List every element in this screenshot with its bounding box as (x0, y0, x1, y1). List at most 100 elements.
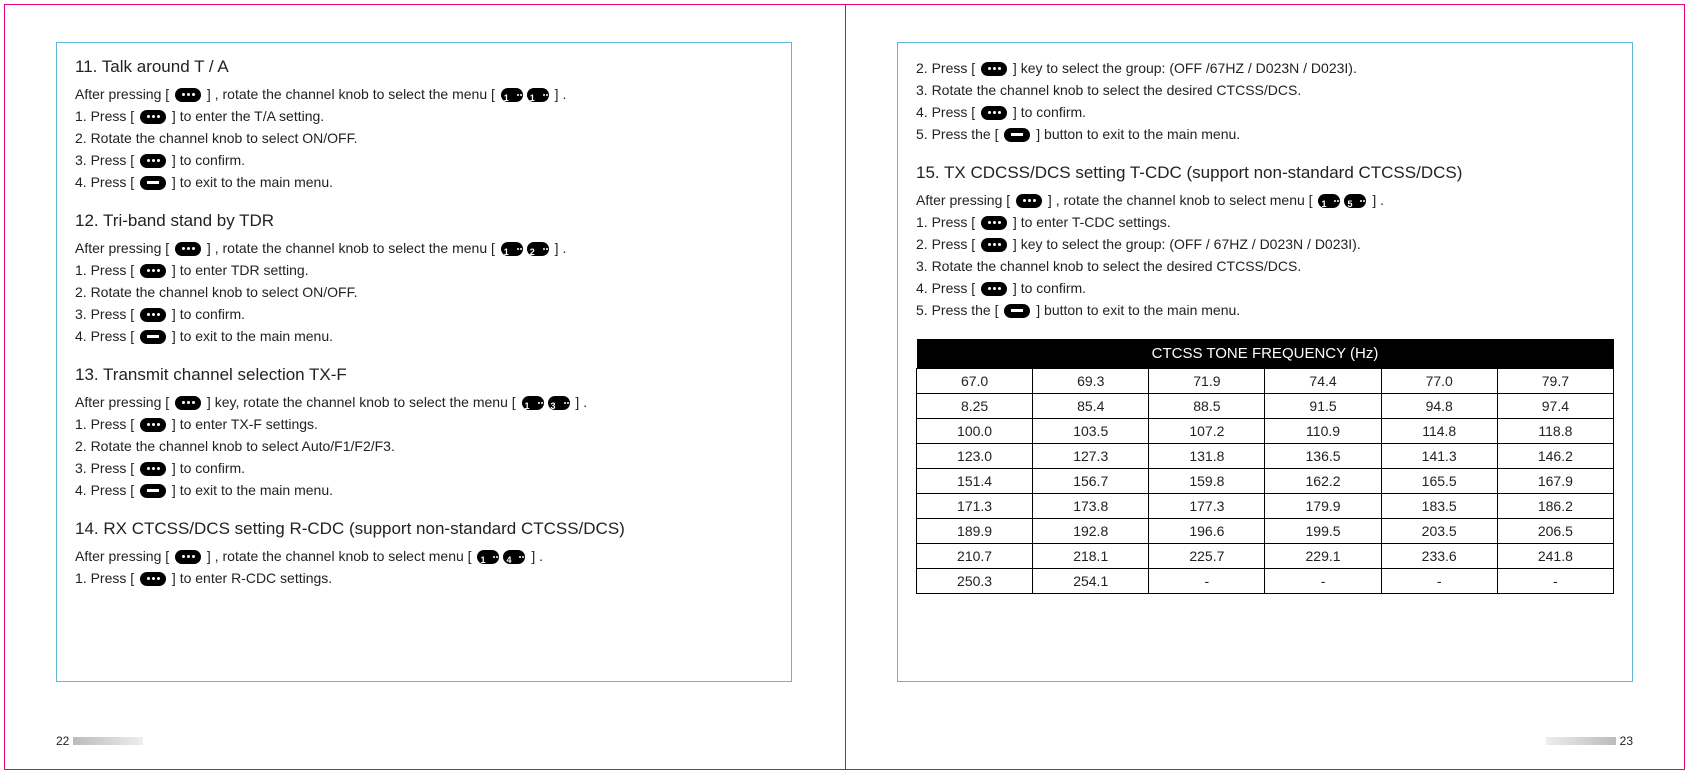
table-cell: 186.2 (1497, 494, 1613, 519)
exit-key-icon (1004, 304, 1030, 318)
keypad-key-icon: 3 (548, 396, 570, 410)
table-cell: 233.6 (1381, 544, 1497, 569)
content-box-left: 11. Talk around T / A After pressing [ ] … (56, 42, 792, 682)
instruction-step: 1. Press [ ] to enter T-CDC settings. (916, 211, 1614, 233)
table-cell: 74.4 (1265, 369, 1381, 394)
menu-key-icon (175, 396, 201, 410)
menu-key-icon (981, 216, 1007, 230)
page-footer-left: 22 (56, 734, 143, 748)
table-row: 100.0103.5107.2110.9114.8118.8 (917, 419, 1614, 444)
page-22: 11. Talk around T / A After pressing [ ] … (4, 4, 844, 770)
table-cell: 77.0 (1381, 369, 1497, 394)
keypad-key-icon: 4 (503, 550, 525, 564)
table-cell: 196.6 (1149, 519, 1265, 544)
table-cell: 250.3 (917, 569, 1033, 594)
keypad-key-icon: 1 (1318, 194, 1340, 208)
table-cell: - (1497, 569, 1613, 594)
page-23: 2. Press [ ] key to select the group: (O… (845, 4, 1685, 770)
menu-key-icon (981, 106, 1007, 120)
menu-key-icon (175, 242, 201, 256)
ctcss-frequency-table: CTCSS TONE FREQUENCY (Hz)67.069.371.974.… (916, 339, 1614, 594)
ctcss-table-wrap: CTCSS TONE FREQUENCY (Hz)67.069.371.974.… (916, 339, 1614, 594)
instruction-step: 2. Press [ ] key to select the group: (O… (916, 57, 1614, 79)
table-cell: 177.3 (1149, 494, 1265, 519)
menu-key-icon (175, 88, 201, 102)
table-cell: 107.2 (1149, 419, 1265, 444)
section-intro: After pressing [ ] , rotate the channel … (916, 189, 1614, 211)
instruction-step: 2. Press [ ] key to select the group: (O… (916, 233, 1614, 255)
table-cell: 85.4 (1033, 394, 1149, 419)
section-title: 11. Talk around T / A (75, 57, 773, 77)
table-cell: 162.2 (1265, 469, 1381, 494)
content-box-right: 2. Press [ ] key to select the group: (O… (897, 42, 1633, 682)
table-row: 210.7218.1225.7229.1233.6241.8 (917, 544, 1614, 569)
manual-section-continued: 2. Press [ ] key to select the group: (O… (916, 57, 1614, 145)
instruction-step: 2. Rotate the channel knob to select ON/… (75, 127, 773, 149)
table-cell: 192.8 (1033, 519, 1149, 544)
table-cell: 171.3 (917, 494, 1033, 519)
instruction-step: 1. Press [ ] to enter TDR setting. (75, 259, 773, 281)
manual-section: 11. Talk around T / AAfter pressing [ ] … (75, 57, 773, 193)
table-cell: - (1381, 569, 1497, 594)
instruction-step: 3. Rotate the channel knob to select the… (916, 79, 1614, 101)
table-cell: 123.0 (917, 444, 1033, 469)
table-row: 171.3173.8177.3179.9183.5186.2 (917, 494, 1614, 519)
table-row: 67.069.371.974.477.079.7 (917, 369, 1614, 394)
table-cell: 210.7 (917, 544, 1033, 569)
section-intro: After pressing [ ] , rotate the channel … (75, 237, 773, 259)
table-cell: - (1265, 569, 1381, 594)
page-number: 22 (56, 734, 69, 748)
instruction-step: 3. Press [ ] to confirm. (75, 457, 773, 479)
table-cell: 141.3 (1381, 444, 1497, 469)
table-cell: 146.2 (1497, 444, 1613, 469)
section-title: 15. TX CDCSS/DCS setting T-CDC (support … (916, 163, 1614, 183)
instruction-step: 5. Press the [ ] button to exit to the m… (916, 299, 1614, 321)
table-cell: 206.5 (1497, 519, 1613, 544)
menu-key-icon (140, 418, 166, 432)
manual-section: 13. Transmit channel selection TX-FAfter… (75, 365, 773, 501)
table-cell: 71.9 (1149, 369, 1265, 394)
table-cell: - (1149, 569, 1265, 594)
table-cell: 173.8 (1033, 494, 1149, 519)
table-cell: 199.5 (1265, 519, 1381, 544)
table-cell: 103.5 (1033, 419, 1149, 444)
footer-bar-icon (73, 737, 143, 745)
table-cell: 97.4 (1497, 394, 1613, 419)
table-cell: 159.8 (1149, 469, 1265, 494)
keypad-key-icon: 5 (1344, 194, 1366, 208)
instruction-step: 4. Press [ ] to exit to the main menu. (75, 479, 773, 501)
instruction-step: 4. Press [ ] to confirm. (916, 101, 1614, 123)
table-cell: 131.8 (1149, 444, 1265, 469)
table-cell: 91.5 (1265, 394, 1381, 419)
menu-key-icon (1016, 194, 1042, 208)
manual-section: 12. Tri-band stand by TDRAfter pressing … (75, 211, 773, 347)
menu-key-icon (140, 154, 166, 168)
section-title: 13. Transmit channel selection TX-F (75, 365, 773, 385)
instruction-step: 3. Rotate the channel knob to select the… (916, 255, 1614, 277)
table-cell: 165.5 (1381, 469, 1497, 494)
table-cell: 229.1 (1265, 544, 1381, 569)
table-cell: 203.5 (1381, 519, 1497, 544)
instruction-step: 4. Press [ ] to confirm. (916, 277, 1614, 299)
table-cell: 127.3 (1033, 444, 1149, 469)
table-cell: 179.9 (1265, 494, 1381, 519)
menu-key-icon (140, 264, 166, 278)
table-cell: 79.7 (1497, 369, 1613, 394)
page-number: 23 (1620, 734, 1633, 748)
table-cell: 218.1 (1033, 544, 1149, 569)
table-cell: 69.3 (1033, 369, 1149, 394)
instruction-step: 1. Press [ ] to enter R-CDC settings. (75, 567, 773, 589)
table-cell: 189.9 (917, 519, 1033, 544)
table-row: 250.3254.1---- (917, 569, 1614, 594)
menu-key-icon (140, 308, 166, 322)
table-cell: 156.7 (1033, 469, 1149, 494)
menu-key-icon (981, 282, 1007, 296)
exit-key-icon (140, 176, 166, 190)
keypad-key-icon: 1 (501, 242, 523, 256)
table-cell: 114.8 (1381, 419, 1497, 444)
instruction-step: 3. Press [ ] to confirm. (75, 149, 773, 171)
table-cell: 118.8 (1497, 419, 1613, 444)
instruction-step: 4. Press [ ] to exit to the main menu. (75, 325, 773, 347)
instruction-step: 4. Press [ ] to exit to the main menu. (75, 171, 773, 193)
table-cell: 254.1 (1033, 569, 1149, 594)
